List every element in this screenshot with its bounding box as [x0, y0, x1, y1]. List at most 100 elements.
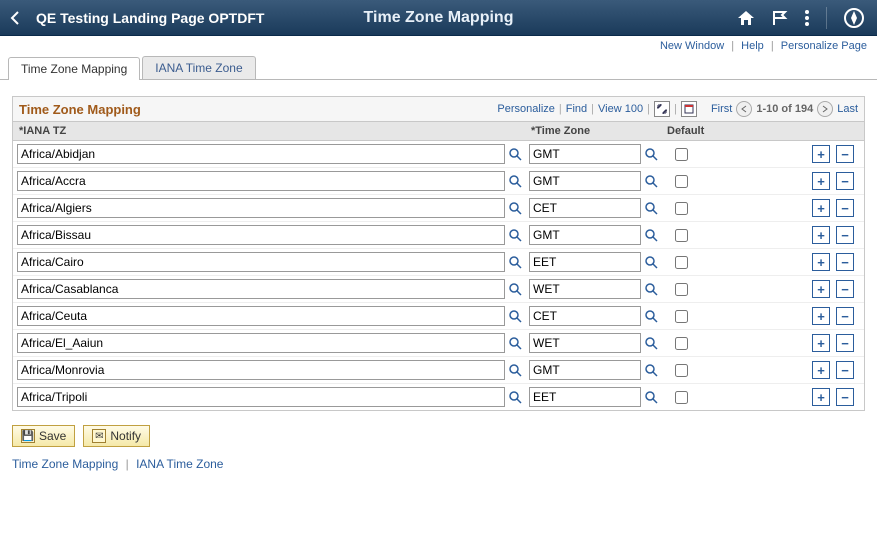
home-icon[interactable]: [736, 9, 756, 27]
time-zone-input[interactable]: [529, 171, 641, 191]
iana-tz-input[interactable]: [17, 279, 505, 299]
footer-link-iana[interactable]: IANA Time Zone: [136, 457, 223, 471]
lookup-icon[interactable]: [507, 254, 523, 270]
add-row-button[interactable]: +: [812, 253, 830, 271]
lookup-icon[interactable]: [507, 335, 523, 351]
back-button[interactable]: [0, 0, 30, 36]
delete-row-button[interactable]: −: [836, 280, 854, 298]
default-checkbox[interactable]: [675, 283, 688, 296]
iana-tz-input[interactable]: [17, 333, 505, 353]
delete-row-button[interactable]: −: [836, 334, 854, 352]
footer-buttons: 💾 Save ✉ Notify: [12, 425, 865, 447]
lookup-icon[interactable]: [643, 308, 659, 324]
grid-personalize-link[interactable]: Personalize: [497, 103, 554, 115]
time-zone-input[interactable]: [529, 306, 641, 326]
grid-last-link[interactable]: Last: [837, 103, 858, 115]
col-header-tz[interactable]: *Time Zone: [525, 122, 661, 140]
delete-row-button[interactable]: −: [836, 199, 854, 217]
tab-time-zone-mapping[interactable]: Time Zone Mapping: [8, 57, 140, 80]
grid-next-icon[interactable]: [817, 101, 833, 117]
time-zone-input[interactable]: [529, 252, 641, 272]
lookup-icon[interactable]: [507, 389, 523, 405]
lookup-icon[interactable]: [643, 146, 659, 162]
flag-icon[interactable]: [770, 9, 790, 27]
lookup-icon[interactable]: [507, 173, 523, 189]
iana-tz-input[interactable]: [17, 360, 505, 380]
lookup-icon[interactable]: [507, 227, 523, 243]
delete-row-button[interactable]: −: [836, 226, 854, 244]
lookup-icon[interactable]: [643, 227, 659, 243]
iana-tz-input[interactable]: [17, 171, 505, 191]
footer-link-tzmapping[interactable]: Time Zone Mapping: [12, 457, 118, 471]
default-checkbox[interactable]: [675, 310, 688, 323]
lookup-icon[interactable]: [507, 200, 523, 216]
lookup-icon[interactable]: [643, 362, 659, 378]
time-zone-input[interactable]: [529, 279, 641, 299]
delete-row-button[interactable]: −: [836, 172, 854, 190]
compass-icon[interactable]: [843, 7, 865, 29]
time-zone-input[interactable]: [529, 225, 641, 245]
grid-first-link[interactable]: First: [711, 103, 732, 115]
help-link[interactable]: Help: [741, 40, 764, 52]
default-checkbox[interactable]: [675, 202, 688, 215]
lookup-icon[interactable]: [643, 200, 659, 216]
time-zone-input[interactable]: [529, 387, 641, 407]
lookup-icon[interactable]: [507, 308, 523, 324]
add-row-button[interactable]: +: [812, 307, 830, 325]
add-row-button[interactable]: +: [812, 388, 830, 406]
iana-tz-input[interactable]: [17, 306, 505, 326]
add-row-button[interactable]: +: [812, 145, 830, 163]
time-zone-input[interactable]: [529, 333, 641, 353]
default-checkbox[interactable]: [675, 175, 688, 188]
download-grid-icon[interactable]: [681, 101, 697, 117]
default-checkbox[interactable]: [675, 148, 688, 161]
iana-tz-input[interactable]: [17, 225, 505, 245]
iana-tz-input[interactable]: [17, 144, 505, 164]
iana-tz-input[interactable]: [17, 387, 505, 407]
lookup-icon[interactable]: [643, 389, 659, 405]
default-checkbox[interactable]: [675, 229, 688, 242]
delete-row-button[interactable]: −: [836, 253, 854, 271]
zoom-grid-icon[interactable]: [654, 101, 670, 117]
delete-row-button[interactable]: −: [836, 145, 854, 163]
lookup-icon[interactable]: [643, 281, 659, 297]
notify-button-label: Notify: [110, 429, 141, 443]
add-row-button[interactable]: +: [812, 280, 830, 298]
delete-row-button[interactable]: −: [836, 361, 854, 379]
default-checkbox[interactable]: [675, 391, 688, 404]
default-checkbox[interactable]: [675, 256, 688, 269]
add-row-button[interactable]: +: [812, 334, 830, 352]
grid-find-link[interactable]: Find: [566, 103, 587, 115]
time-zone-input[interactable]: [529, 198, 641, 218]
tab-iana-time-zone[interactable]: IANA Time Zone: [142, 56, 255, 79]
grid-prev-icon[interactable]: [736, 101, 752, 117]
content-area: Time Zone Mapping Personalize | Find | V…: [0, 80, 877, 487]
col-header-default[interactable]: Default: [661, 122, 731, 140]
col-header-iana[interactable]: *IANA TZ: [13, 122, 525, 140]
iana-tz-input[interactable]: [17, 252, 505, 272]
default-checkbox[interactable]: [675, 364, 688, 377]
delete-row-button[interactable]: −: [836, 307, 854, 325]
lookup-icon[interactable]: [643, 335, 659, 351]
notify-button[interactable]: ✉ Notify: [83, 425, 150, 447]
lookup-icon[interactable]: [507, 281, 523, 297]
default-checkbox[interactable]: [675, 337, 688, 350]
add-row-button[interactable]: +: [812, 226, 830, 244]
add-row-button[interactable]: +: [812, 172, 830, 190]
iana-tz-input[interactable]: [17, 198, 505, 218]
grid-viewall-link[interactable]: View 100: [598, 103, 643, 115]
delete-row-button[interactable]: −: [836, 388, 854, 406]
personalize-page-link[interactable]: Personalize Page: [781, 40, 867, 52]
add-row-button[interactable]: +: [812, 199, 830, 217]
lookup-icon[interactable]: [643, 173, 659, 189]
time-zone-input[interactable]: [529, 360, 641, 380]
save-button[interactable]: 💾 Save: [12, 425, 75, 447]
new-window-link[interactable]: New Window: [660, 40, 724, 52]
time-zone-input[interactable]: [529, 144, 641, 164]
kebab-menu-icon[interactable]: [804, 9, 810, 27]
lookup-icon[interactable]: [507, 362, 523, 378]
lookup-icon[interactable]: [507, 146, 523, 162]
add-row-button[interactable]: +: [812, 361, 830, 379]
notify-icon: ✉: [92, 429, 106, 443]
lookup-icon[interactable]: [643, 254, 659, 270]
